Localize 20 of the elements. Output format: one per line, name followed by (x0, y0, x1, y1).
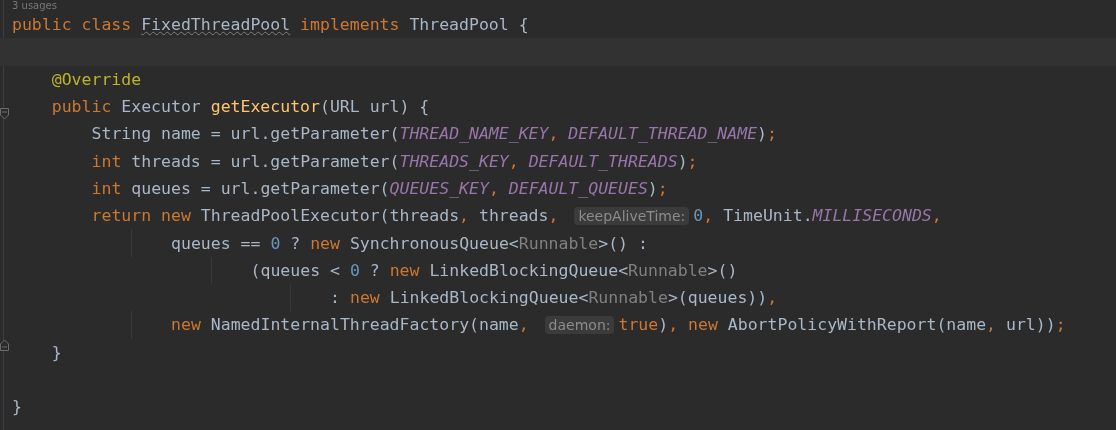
code-text: queues == 0 ? new SynchronousQueue<Runnable>() : (171, 233, 648, 253)
fold-icon[interactable] (0, 338, 9, 351)
usages-hint[interactable]: 3 usages (12, 0, 57, 11)
code-text: 0, TimeUnit.MILLISECONDS, (693, 206, 942, 226)
code-text: (queues < 0 ? new LinkedBlockingQueue<Runnable>() (250, 260, 738, 280)
code-text: int queues = url.getParameter(QUEUES_KEY, DEFAULT_QUEUES); (91, 178, 668, 198)
code-text: } (51, 342, 62, 362)
code-text: true), new AbortPolicyWithReport(name, url)); (618, 315, 1066, 335)
code-text: int threads = url.getParameter(THREADS_KEY, DEFAULT_THREADS); (91, 151, 698, 171)
code-text: return new ThreadPoolExecutor(threads, threads, (91, 206, 560, 226)
inlay-hint: daemon: (544, 315, 615, 334)
code-text: : new LinkedBlockingQueue<Runnable>(queues)), (330, 288, 778, 308)
code-text: } (12, 397, 22, 417)
code-text: public class FixedThreadPool implements ThreadPool { (12, 15, 529, 35)
code-text: String name = url.getParameter(THREAD_NAME_KEY, DEFAULT_THREAD_NAME); (91, 124, 777, 144)
code-text: public Executor getExecutor(URL url) { (51, 97, 430, 117)
code-text: new NamedInternalThreadFactory(name, (171, 315, 530, 335)
inlay-hint: keepAliveTime: (574, 206, 690, 225)
code-text: @Override (51, 69, 142, 89)
fold-icon[interactable] (0, 107, 9, 120)
